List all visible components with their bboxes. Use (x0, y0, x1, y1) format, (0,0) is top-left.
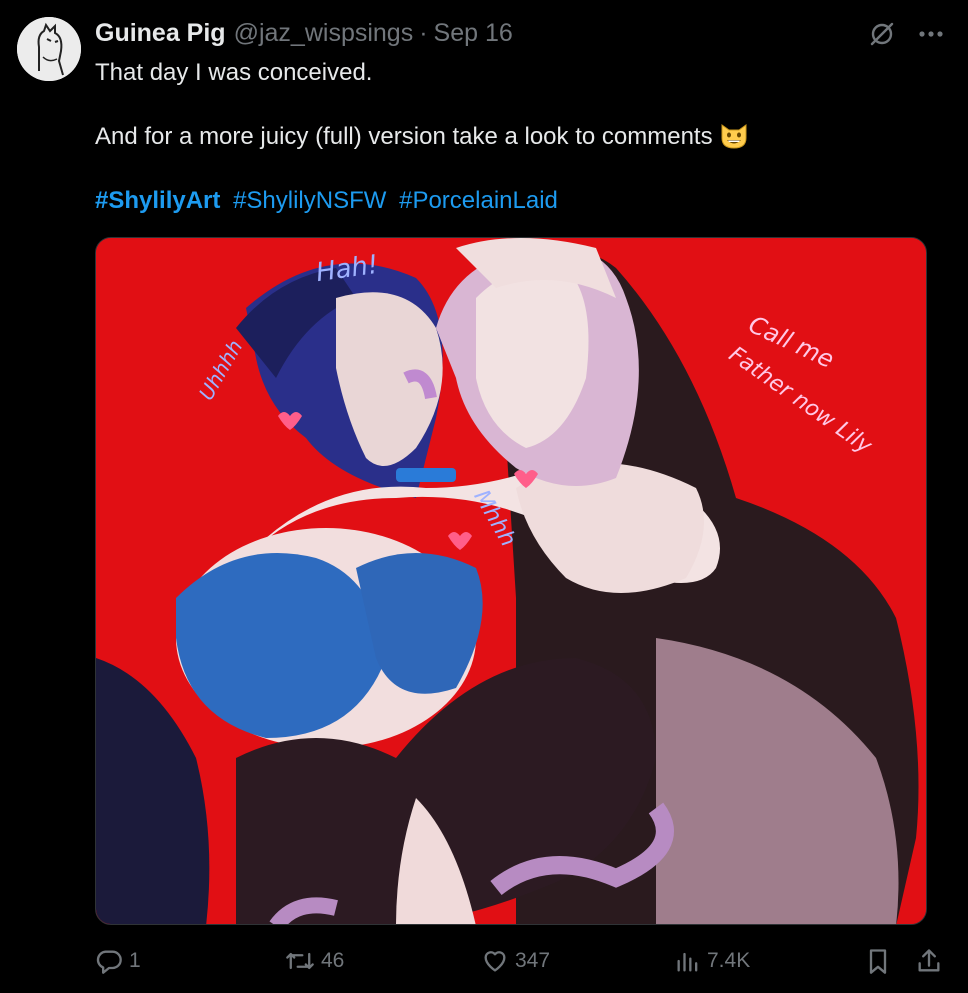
avatar[interactable] (17, 17, 81, 81)
bookmark-icon (869, 949, 887, 974)
reply-icon (96, 950, 122, 974)
more-icon[interactable] (918, 30, 944, 38)
grinning-cat-emoji-icon (719, 122, 749, 159)
tweet-top-icons (868, 20, 944, 48)
share-icon (918, 949, 940, 972)
tweet-date[interactable]: Sep 16 (434, 19, 513, 48)
separator-dot: · (419, 18, 428, 47)
hashtag-shylilynsfw[interactable]: #ShylilyNSFW (233, 187, 386, 214)
grok-icon[interactable] (868, 20, 896, 48)
views-button[interactable]: 7.4K (675, 944, 750, 978)
tweet-line-2-text: And for a more juicy (full) version take… (95, 123, 713, 150)
share-button[interactable] (915, 944, 949, 978)
display-name[interactable]: Guinea Pig (95, 19, 226, 48)
tweet-text: That day I was conceived. And for a more… (95, 57, 935, 217)
like-count: 347 (515, 949, 551, 972)
tweet-line-1: That day I was conceived. (95, 59, 373, 86)
views-chart-icon (677, 952, 698, 972)
hashtags: #ShylilyArt #ShylilyNSFW #PorcelainLaid (95, 185, 935, 217)
repost-button[interactable]: 46 (285, 944, 344, 978)
reply-button[interactable]: 1 (95, 944, 141, 978)
repost-count: 46 (321, 949, 345, 972)
bookmark-button[interactable] (865, 944, 897, 978)
user-handle[interactable]: @jaz_wispsings (234, 19, 414, 48)
tweet-action-bar: 1 46 347 7.4K (95, 944, 945, 978)
tweet-header: Guinea Pig @jaz_wispsings · Sep 16 (95, 18, 513, 48)
heart-icon (484, 951, 506, 972)
like-button[interactable]: 347 (481, 944, 550, 978)
views-count: 7.4K (707, 949, 751, 972)
hashtag-shylilyart[interactable]: #ShylilyArt (95, 187, 220, 214)
hashtag-porcelainlaid[interactable]: #PorcelainLaid (399, 187, 558, 214)
tweet-line-2: And for a more juicy (full) version take… (95, 121, 935, 153)
tweet-media-image[interactable]: Hah! Uhhhh Call me Father now Lily Mhhh (95, 237, 927, 925)
reply-count: 1 (129, 949, 141, 972)
avatar-sketch-icon (17, 17, 81, 81)
repost-icon (286, 952, 314, 970)
